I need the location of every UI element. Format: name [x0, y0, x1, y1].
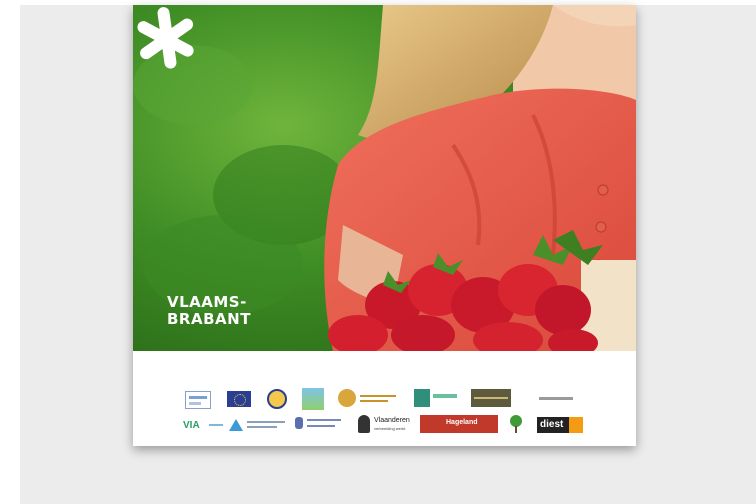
- via-text: VIA: [183, 420, 200, 431]
- via-logo: VIA: [183, 419, 225, 433]
- brand-line-1: VLAAMS-: [167, 293, 247, 311]
- diest-text: diest: [540, 419, 564, 430]
- leader-logo: [185, 391, 211, 409]
- sport-logo: [229, 417, 289, 433]
- province-crest-logo: [295, 415, 345, 435]
- sponsor-logos: VIA Vlaanderen verbeelding werkt Hagelan…: [133, 351, 636, 446]
- document-page: VLAAMS- BRABANT VIA Vlaanderen verbeeldi…: [133, 5, 636, 446]
- vlaanderen-subtext: verbeelding werkt: [374, 426, 406, 431]
- noord-hageland-logo: [338, 389, 398, 409]
- europe-seal-logo: [265, 389, 289, 409]
- regional-landscape-logo: [414, 389, 459, 407]
- asterisk-logo-icon: [137, 7, 194, 69]
- hageland-text: Hageland: [446, 419, 478, 426]
- brand-line-2: BRABANT: [167, 310, 251, 328]
- tree-logo: [507, 415, 525, 435]
- hagland-script-logo: [537, 393, 577, 405]
- lion-icon: [358, 415, 370, 433]
- landscape-logo: [302, 388, 324, 410]
- dark-panel-logo: [471, 389, 511, 407]
- brand-name: VLAAMS- BRABANT: [167, 294, 251, 328]
- eu-flag-logo: [227, 391, 251, 407]
- vlaanderen-logo: Vlaanderen verbeelding werkt: [358, 414, 414, 436]
- vlaanderen-text: Vlaanderen: [374, 417, 410, 424]
- hageland-logo: Hageland: [420, 415, 498, 433]
- cover-photo: VLAAMS- BRABANT: [133, 5, 636, 351]
- diest-logo: diest: [537, 417, 583, 433]
